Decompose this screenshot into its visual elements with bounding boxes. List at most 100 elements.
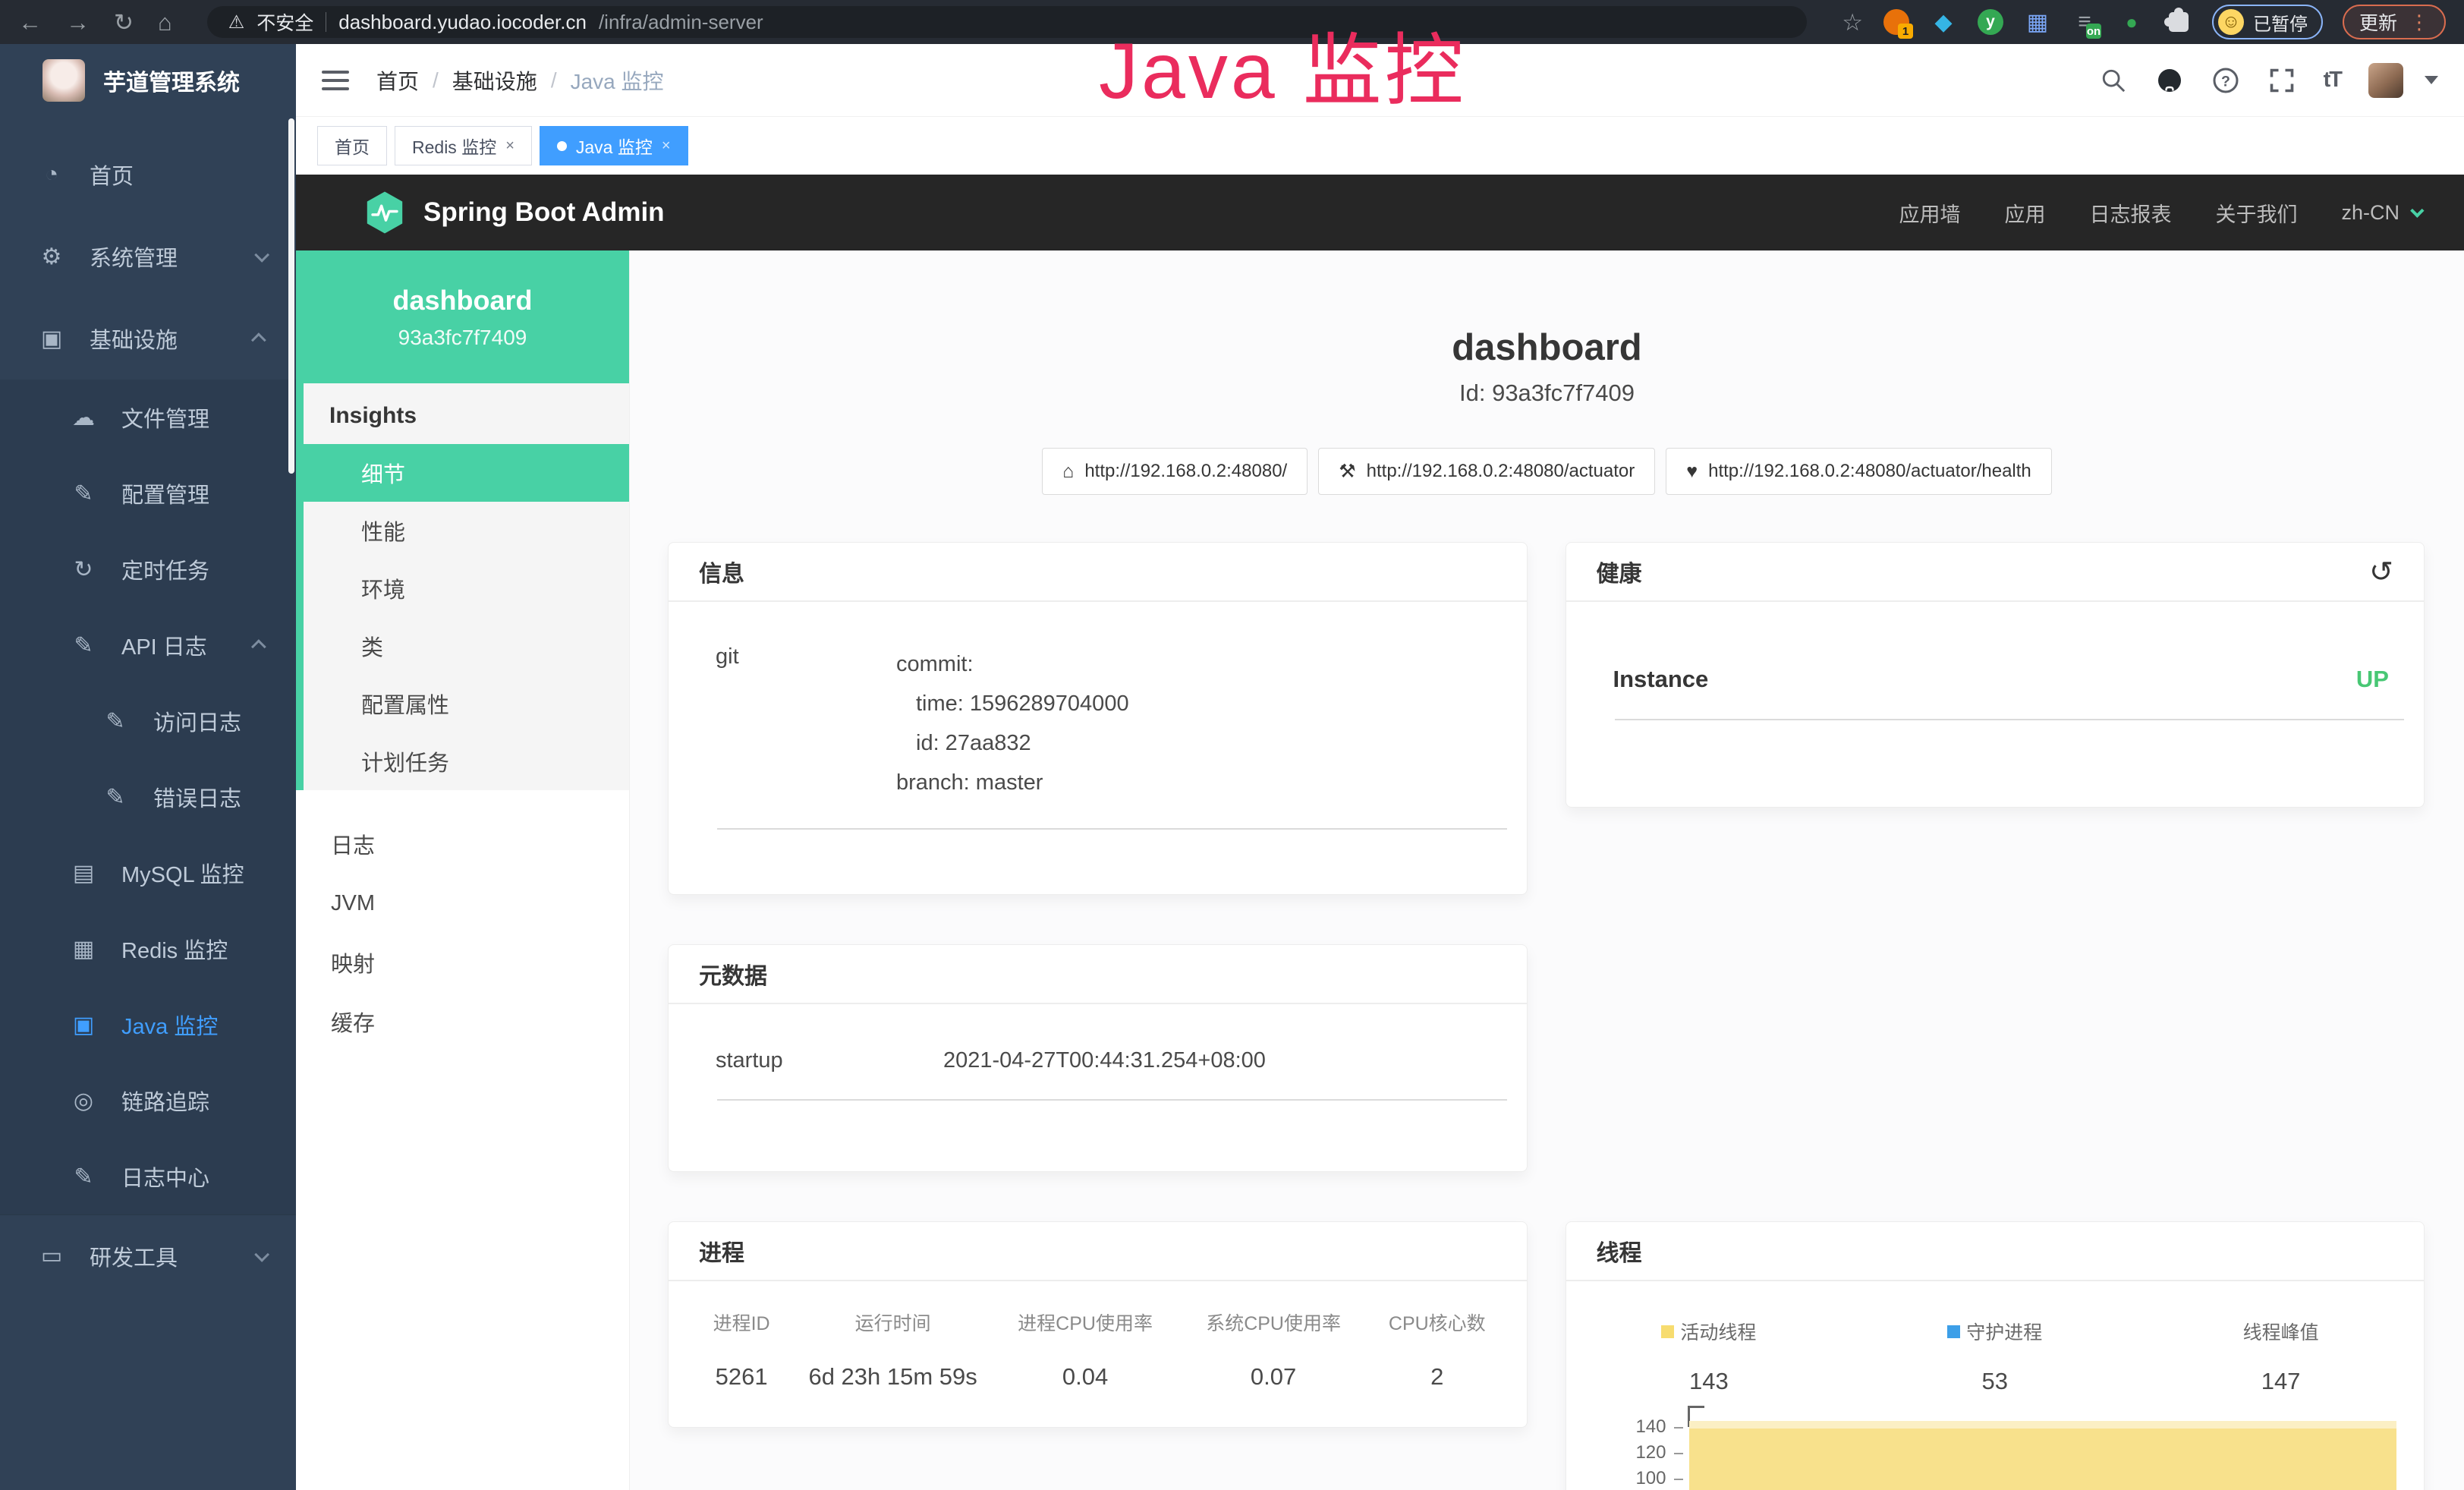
security-label[interactable]: 不安全 [256, 8, 313, 36]
sba-item-caches[interactable]: 缓存 [296, 992, 629, 1051]
active-threads-value: 143 [1566, 1368, 1852, 1395]
column-header: 进程CPU使用率 [991, 1309, 1179, 1336]
metadata-card-header: 元数据 [669, 945, 1527, 1004]
sidebar-item-access-log[interactable]: ✎ 访问日志 [0, 683, 296, 759]
back-icon[interactable]: ← [18, 11, 42, 34]
reload-icon[interactable]: ↻ [114, 11, 134, 34]
sba-nav-links: 应用墙 应用 日志报表 关于我们 zh-CN [1899, 198, 2420, 228]
sidebar-item-mysql[interactable]: ▤ MySQL 监控 [0, 835, 296, 911]
info-card-body: git commit: time: 1596289704000 id: 27aa… [669, 602, 1527, 802]
sba-item-details[interactable]: 细节 [304, 444, 629, 502]
extension-pin-icon[interactable]: ◆ [1930, 8, 1957, 36]
gear-icon: ⚙ [36, 244, 67, 270]
extension-leaf-icon[interactable]: ● [2118, 8, 2145, 36]
address-bar[interactable]: ⚠ 不安全 dashboard.yudao.iocoder.cn /infra/… [207, 6, 1807, 38]
language-select[interactable]: zh-CN [2341, 201, 2420, 225]
column-header: 系统CPU使用率 [1179, 1309, 1367, 1336]
home-icon[interactable]: ⌂ [158, 11, 172, 34]
warning-icon: ⚠ [228, 11, 245, 33]
sba-brand[interactable]: Spring Boot Admin [364, 191, 665, 235]
endpoint-actuator-link[interactable]: ⚒ http://192.168.0.2:48080/actuator [1318, 448, 1655, 495]
extensions-puzzle-icon[interactable] [2165, 8, 2192, 36]
sba-item-metrics[interactable]: 性能 [304, 502, 629, 559]
sidebar-item-redis[interactable]: ▦ Redis 监控 [0, 911, 296, 987]
sidebar-item-dev-tools[interactable]: ▭ 研发工具 [0, 1214, 296, 1296]
breadcrumb-home[interactable]: 首页 [376, 65, 419, 96]
sidebar-item-error-log[interactable]: ✎ 错误日志 [0, 759, 296, 835]
breadcrumb-infra[interactable]: 基础设施 [452, 65, 537, 96]
sba-instance-header[interactable]: dashboard 93a3fc7f7409 [296, 250, 629, 383]
y-tick-mark [1674, 1453, 1683, 1454]
chevron-down-icon [254, 247, 269, 263]
search-icon[interactable] [2099, 66, 2128, 95]
sba-item-classes[interactable]: 类 [304, 617, 629, 675]
chrome-right-cluster: ☆ 1 ◆ y ▦ ≡ on ● ☺ 已暂停 更新 ⋮ [1842, 5, 2446, 39]
sidebar-item-system[interactable]: ⚙ 系统管理 [0, 216, 296, 298]
health-card: 健康 ↺ Instance UP [1566, 542, 2425, 808]
chevron-up-icon [251, 639, 266, 654]
log-icon: ✎ [100, 784, 131, 811]
sidebar-item-jobs[interactable]: ↻ 定时任务 [0, 531, 296, 607]
profile-paused-chip[interactable]: ☺ 已暂停 [2212, 5, 2323, 39]
sidebar-item-files[interactable]: ☁ 文件管理 [0, 380, 296, 455]
sba-item-logs[interactable]: 日志 [296, 814, 629, 874]
sidebar-item-tracing[interactable]: ◎ 链路追踪 [0, 1063, 296, 1139]
sba-link-journal[interactable]: 日志报表 [2089, 198, 2171, 228]
monitor-icon: ▣ [36, 326, 67, 352]
close-icon[interactable]: × [662, 137, 671, 155]
sba-item-config-props[interactable]: 配置属性 [304, 675, 629, 732]
tab-home[interactable]: 首页 [317, 126, 387, 165]
font-size-icon[interactable]: tT [2324, 68, 2341, 93]
sidebar-item-api-log[interactable]: ✎ API 日志 [0, 607, 296, 683]
history-icon[interactable]: ↺ [2369, 555, 2393, 589]
health-instance-label: Instance [1613, 666, 1709, 693]
wrench-icon: ⚒ [1339, 460, 1355, 483]
help-icon[interactable]: ? [2211, 66, 2240, 95]
column-header: CPU核心数 [1367, 1309, 1506, 1336]
y-tick-mark [1674, 1479, 1683, 1480]
sba-link-applications[interactable]: 应用 [2004, 198, 2045, 228]
forward-icon[interactable]: → [66, 11, 90, 34]
breadcrumb-current: Java 监控 [571, 65, 664, 96]
sba-link-wallboard[interactable]: 应用墙 [1899, 198, 1960, 228]
sba-item-scheduled-tasks[interactable]: 计划任务 [304, 732, 629, 790]
sba-item-mappings[interactable]: 映射 [296, 933, 629, 992]
sidebar-item-log-center[interactable]: ✎ 日志中心 [0, 1139, 296, 1214]
sba-link-about[interactable]: 关于我们 [2215, 198, 2297, 228]
app-logo-row[interactable]: 芋道管理系统 [0, 44, 296, 117]
status-badge: UP [2356, 666, 2389, 693]
hamburger-icon[interactable] [322, 71, 349, 90]
insights-title: Insights [304, 383, 629, 444]
sba-item-jvm[interactable]: JVM [296, 874, 629, 933]
instance-id: Id: 93a3fc7f7409 [630, 380, 2464, 407]
log-icon: ✎ [68, 632, 99, 659]
health-row: Instance UP [1566, 602, 2425, 693]
process-cpu: 0.04 [991, 1363, 1179, 1391]
sba-item-environment[interactable]: 环境 [304, 559, 629, 617]
extension-y-icon[interactable]: y [1977, 8, 2004, 36]
log-icon: ✎ [68, 1164, 99, 1190]
fullscreen-icon[interactable] [2267, 66, 2296, 95]
github-icon[interactable] [2155, 66, 2184, 95]
kebab-menu-icon[interactable]: ⋮ [2409, 11, 2429, 34]
instance-title: dashboard [630, 326, 2464, 369]
extension-on-icon[interactable]: ≡ on [2071, 8, 2098, 36]
update-button[interactable]: 更新 ⋮ [2343, 5, 2446, 39]
tab-redis-monitor[interactable]: Redis 监控 × [395, 126, 532, 165]
tab-java-monitor[interactable]: Java 监控 × [540, 126, 688, 165]
endpoint-health-link[interactable]: ♥ http://192.168.0.2:48080/actuator/heal… [1666, 448, 2052, 495]
user-avatar[interactable] [2368, 63, 2403, 98]
sidebar-scrollbar-thumb[interactable] [288, 118, 294, 474]
chevron-down-icon [2410, 203, 2424, 217]
extension-orange-icon[interactable]: 1 [1883, 8, 1910, 36]
close-icon[interactable]: × [505, 137, 515, 155]
active-threads-area [1689, 1421, 2397, 1490]
sidebar-item-config[interactable]: ✎ 配置管理 [0, 455, 296, 531]
avatar-caret-icon[interactable] [2425, 76, 2438, 84]
extension-grid-icon[interactable]: ▦ [2024, 8, 2051, 36]
sidebar-item-home[interactable]: ◔ 首页 [0, 134, 296, 216]
bookmark-star-icon[interactable]: ☆ [1842, 11, 1863, 34]
endpoint-home-link[interactable]: ⌂ http://192.168.0.2:48080/ [1042, 448, 1308, 495]
sidebar-item-infra[interactable]: ▣ 基础设施 [0, 298, 296, 380]
sidebar-item-java-monitor[interactable]: ▣ Java 监控 [0, 987, 296, 1063]
